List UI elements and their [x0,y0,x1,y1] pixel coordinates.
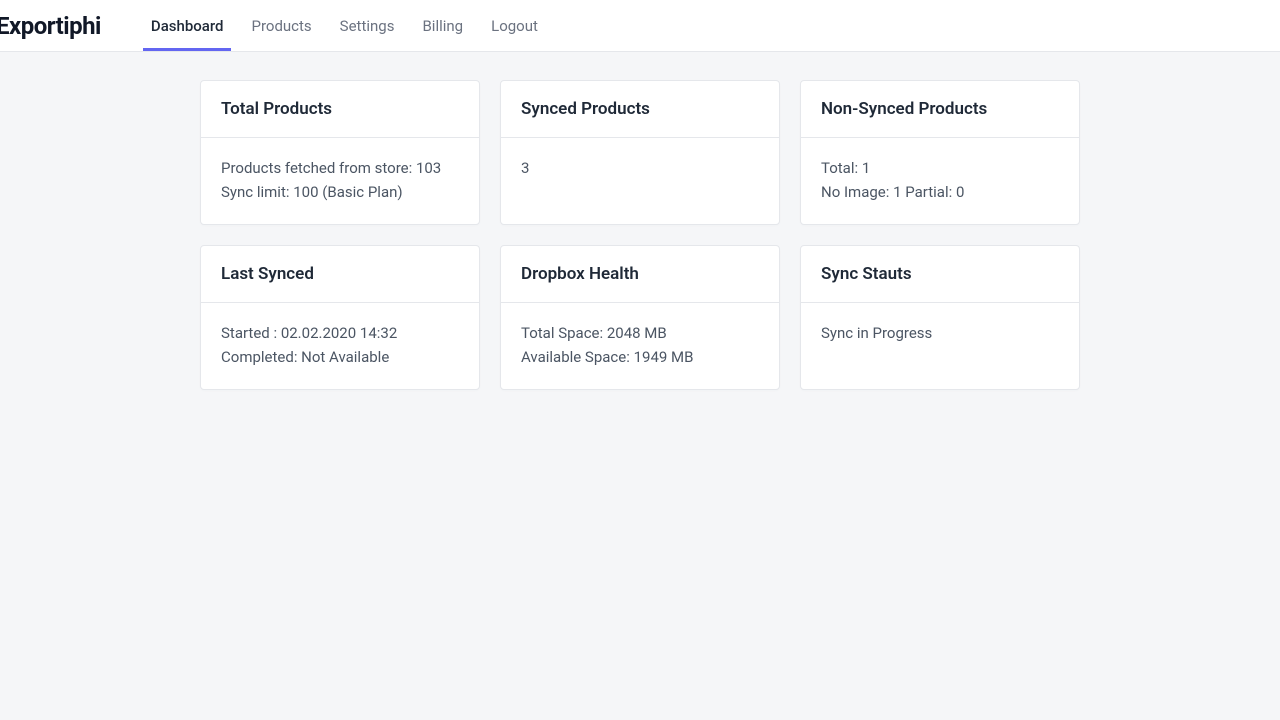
header: Exportiphi Dashboard Products Settings B… [0,0,1280,52]
card-text-line [821,345,1059,369]
logo: Exportiphi [0,12,101,40]
card-header: Last Synced [201,246,479,303]
nav-products[interactable]: Products [243,0,319,51]
card-text-line: Started : 02.02.2020 14:32 [221,321,459,345]
card-text-line: Available Space: 1949 MB [521,345,759,369]
card-header: Non-Synced Products [801,81,1079,138]
card-last-synced: Last Synced Started : 02.02.2020 14:32 C… [200,245,480,390]
card-body: Total: 1 No Image: 1 Partial: 0 [801,138,1079,224]
card-body: Products fetched from store: 103 Sync li… [201,138,479,224]
nav: Dashboard Products Settings Billing Logo… [137,0,552,51]
nav-logout[interactable]: Logout [483,0,546,51]
card-non-synced-products: Non-Synced Products Total: 1 No Image: 1… [800,80,1080,225]
card-text-line: Total Space: 2048 MB [521,321,759,345]
card-text-line: Sync limit: 100 (Basic Plan) [221,180,459,204]
card-grid: Total Products Products fetched from sto… [200,80,1080,390]
card-header: Sync Stauts [801,246,1079,303]
card-title: Total Products [221,99,459,119]
card-header: Total Products [201,81,479,138]
card-text-line: No Image: 1 Partial: 0 [821,180,1059,204]
card-text-line: Products fetched from store: 103 [221,156,459,180]
card-text-line: Total: 1 [821,156,1059,180]
card-body: Sync in Progress [801,303,1079,389]
card-title: Sync Stauts [821,264,1059,284]
card-text-line: Sync in Progress [821,321,1059,345]
card-header: Dropbox Health [501,246,779,303]
card-dropbox-health: Dropbox Health Total Space: 2048 MB Avai… [500,245,780,390]
card-sync-status: Sync Stauts Sync in Progress [800,245,1080,390]
card-text-line: 3 [521,156,759,180]
content: Total Products Products fetched from sto… [0,52,1280,390]
card-text-line: Completed: Not Available [221,345,459,369]
card-total-products: Total Products Products fetched from sto… [200,80,480,225]
card-header: Synced Products [501,81,779,138]
card-body: 3 [501,138,779,224]
card-title: Non-Synced Products [821,99,1059,119]
card-body: Started : 02.02.2020 14:32 Completed: No… [201,303,479,389]
card-title: Last Synced [221,264,459,284]
card-title: Dropbox Health [521,264,759,284]
nav-settings[interactable]: Settings [332,0,403,51]
card-title: Synced Products [521,99,759,119]
card-body: Total Space: 2048 MB Available Space: 19… [501,303,779,389]
nav-billing[interactable]: Billing [414,0,471,51]
card-text-line [521,180,759,204]
nav-dashboard[interactable]: Dashboard [143,0,232,51]
card-synced-products: Synced Products 3 [500,80,780,225]
